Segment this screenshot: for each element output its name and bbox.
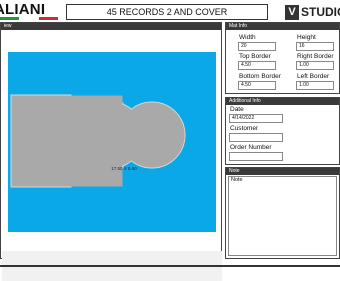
height-label: Height [297,34,316,41]
opening-size-label: 17.50 X 6.50 [111,166,137,171]
studio-logo: V STUDIO [285,5,340,20]
bottom-border-field[interactable]: 4.50 [238,81,276,90]
brand-wordmark: ALIANI [0,2,46,18]
mat-info-header: Mat Info [226,23,339,30]
preview-panel-header: iew [1,23,221,30]
project-title[interactable]: 45 RECORDS 2 AND COVER [66,4,268,20]
studio-wordmark: STUDIO [301,5,340,19]
width-label: Width [239,34,256,41]
note-label: Note [231,177,243,183]
width-field[interactable]: 20 [238,42,276,51]
order-number-field[interactable] [229,152,283,161]
note-panel: Note Note [225,167,340,259]
date-field[interactable]: 4/14/2022 [229,114,283,123]
order-number-label: Order Number [230,144,272,151]
top-border-field[interactable]: 4.50 [238,61,276,70]
flag-red [38,17,58,20]
height-field[interactable]: 16 [296,42,334,51]
customer-field[interactable] [229,133,283,142]
note-textarea[interactable]: Note [228,176,337,256]
flag-white [19,17,39,20]
bottom-border-label: Bottom Border [239,73,281,80]
right-border-field[interactable]: 1.00 [296,61,334,70]
left-border-label: Left Border [297,73,330,80]
flag-green [0,17,20,20]
note-header: Note [226,168,339,175]
customer-label: Customer [230,125,259,132]
top-border-label: Top Border [239,53,271,60]
left-border-field[interactable]: 1.00 [296,81,334,90]
mat-opening-shape[interactable] [8,52,216,232]
italian-flag-stripe [0,17,58,20]
additional-info-header: Additional Info [226,98,339,105]
studio-v-badge: V [285,5,299,20]
right-border-label: Right Border [297,53,334,60]
preview-panel: iew 17.50 X 6.50 [0,22,222,281]
mat-info-panel: Mat Info Width 20 Height 16 Top Border 4… [225,22,340,94]
mat-preview-canvas[interactable]: 17.50 X 6.50 [8,52,216,232]
footer-bar [0,265,340,267]
additional-info-panel: Additional Info Date 4/14/2022 Customer … [225,97,340,165]
date-label: Date [230,106,244,113]
